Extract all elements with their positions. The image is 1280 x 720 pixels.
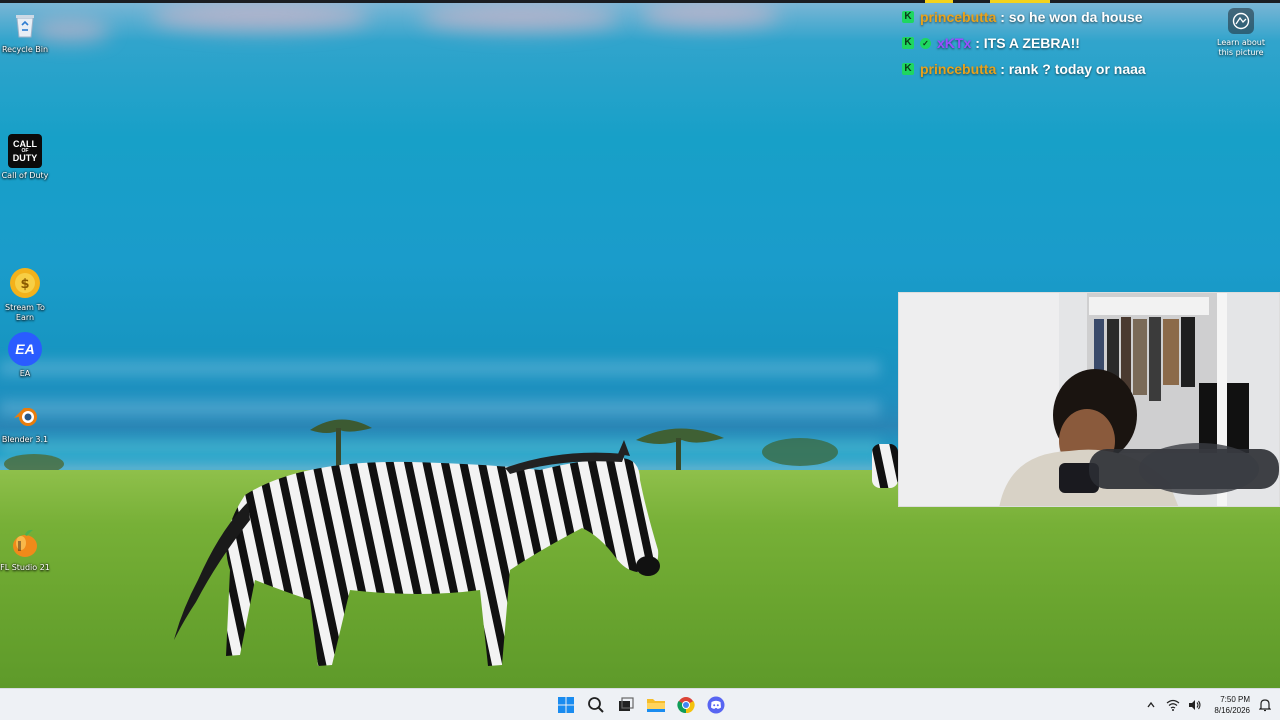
desktop-icon-label: Blender 3.1: [1, 435, 49, 444]
desktop-icon-label: Stream To Earn: [5, 303, 45, 322]
learn-about-picture-button[interactable]: Learn about this picture: [1214, 8, 1268, 58]
desktop-icon-recycle-bin[interactable]: Recycle Bin: [0, 8, 50, 55]
task-view-icon: [619, 697, 634, 711]
desktop-icon-fl-studio[interactable]: FL Studio 21: [0, 526, 50, 573]
desktop-icon-stream-to-earn[interactable]: $ Stream To Earn: [0, 266, 50, 323]
fl-studio-icon: [8, 526, 42, 560]
taskbar-clock[interactable]: 7:50 PM 8/16/2026: [1214, 694, 1250, 716]
wallpaper-sea: [0, 400, 880, 416]
stream-top-bar: [0, 0, 1280, 3]
kick-badge-icon: K: [902, 11, 914, 23]
ea-logo-text: EA: [15, 341, 35, 357]
start-button[interactable]: [554, 693, 578, 717]
chat-text: : ITS A ZEBRA!!: [975, 35, 1080, 51]
chat-message: K ✓ xKTx : ITS A ZEBRA!!: [902, 30, 1222, 56]
desktop-icon-label: Call of Duty: [1, 171, 49, 180]
desktop-icon-label: EA: [19, 369, 31, 378]
chat-text: : rank ? today or naaa: [1000, 61, 1146, 77]
chevron-up-icon[interactable]: [1144, 698, 1158, 712]
recycle-bin-icon: [8, 8, 42, 42]
taskbar: 7:50 PM 8/16/2026: [0, 688, 1280, 720]
stream-to-earn-icon: $: [8, 266, 42, 300]
discord-button[interactable]: [704, 693, 728, 717]
chat-username: princebutta: [920, 61, 997, 77]
start-icon: [558, 697, 574, 713]
zebra-image: [174, 440, 660, 666]
chat-text: : so he won da house: [1000, 9, 1143, 25]
chat-message: K princebutta : so he won da house: [902, 4, 1222, 30]
wallpaper-sea: [0, 360, 880, 376]
wallpaper-cloud: [640, 2, 780, 28]
desktop-icon-blender[interactable]: Blender 3.1: [0, 398, 50, 445]
stream-chat-overlay: K princebutta : so he won da house K ✓ x…: [902, 4, 1222, 82]
wifi-icon[interactable]: [1166, 698, 1180, 712]
chrome-button[interactable]: [674, 693, 698, 717]
search-icon: [588, 697, 604, 713]
wallpaper-cloud: [420, 4, 620, 32]
notification-bell-icon[interactable]: [1258, 698, 1272, 712]
file-explorer-button[interactable]: [644, 693, 668, 717]
ea-icon: EA: [8, 332, 42, 366]
call-of-duty-icon: CALL OF DUTY: [8, 134, 42, 168]
desktop-icon-label: Recycle Bin: [1, 45, 49, 54]
stream-top-accent: [925, 0, 953, 3]
camera-icon: [1228, 8, 1254, 34]
chat-message: K princebutta : rank ? today or naaa: [902, 56, 1222, 82]
system-tray: 7:50 PM 8/16/2026: [1144, 689, 1272, 720]
stream-top-accent: [990, 0, 1050, 3]
clock-time: 7:50 PM: [1220, 695, 1250, 704]
webcam-feed: [898, 292, 1280, 507]
taskbar-apps: [554, 693, 728, 717]
desktop-icon-ea[interactable]: EA EA: [0, 332, 50, 379]
acacia-tree: [762, 438, 838, 466]
verified-badge-icon: ✓: [920, 37, 931, 49]
clock-date: 8/16/2026: [1214, 706, 1250, 715]
blender-icon: [8, 398, 42, 432]
file-explorer-icon: [647, 699, 665, 712]
task-view-button[interactable]: [614, 693, 638, 717]
kick-badge-icon: K: [902, 37, 914, 49]
search-button[interactable]: [584, 693, 608, 717]
svg-text:$: $: [20, 277, 29, 292]
learn-about-picture-label: Learn about this picture: [1217, 38, 1265, 57]
cod-logo-text: DUTY: [12, 152, 38, 163]
wallpaper-cloud: [150, 2, 370, 32]
chat-username: princebutta: [920, 9, 997, 25]
discord-icon: [707, 696, 725, 714]
chat-username: xKTx: [937, 35, 972, 51]
webcam-image: [899, 293, 1279, 506]
desktop-icon-label: FL Studio 21: [0, 563, 50, 572]
volume-icon[interactable]: [1188, 698, 1202, 712]
kick-badge-icon: K: [902, 63, 914, 75]
desktop-icon-call-of-duty[interactable]: CALL OF DUTY Call of Duty: [0, 134, 50, 181]
distant-zebra: [872, 444, 898, 488]
chrome-icon: [677, 697, 695, 714]
